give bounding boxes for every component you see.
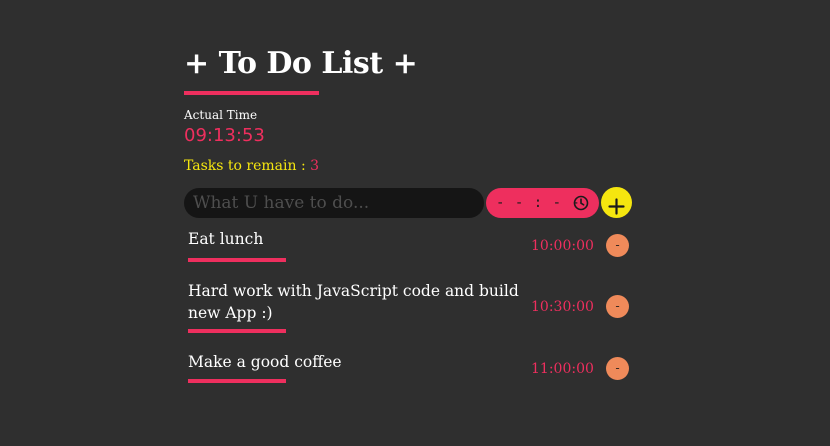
time-input[interactable]: - - : - - [486,188,599,218]
remove-task-button[interactable]: - [606,234,629,257]
time-input-placeholder: - - : - - [496,195,581,211]
task-underline [188,379,286,383]
task-input[interactable] [184,188,484,218]
new-task-form: - - : - - [184,187,644,219]
task-time: 10:30:00 [531,299,594,315]
todo-app: + To Do List + Actual Time 09:13:53 Task… [184,44,644,219]
clock-icon[interactable] [573,195,589,211]
tasks-remaining-label: Tasks to remain [184,158,297,174]
task-time: 11:00:00 [531,361,594,377]
tasks-remaining-count: 3 [310,158,320,174]
task-text: Eat lunch [188,230,264,248]
add-task-button[interactable] [601,187,632,218]
task-underline [188,329,286,333]
task-text: Hard work with JavaScript code and build… [188,282,519,322]
tasks-remaining-separator: : [296,158,311,174]
actual-time-value: 09:13:53 [184,125,265,146]
title-underline [184,91,319,95]
page-title: + To Do List + [184,46,418,81]
tasks-remaining: Tasks to remain : 3 [184,157,644,175]
actual-time-label: Actual Time [184,108,258,122]
task-time: 10:00:00 [531,238,594,254]
task-text: Make a good coffee [188,353,342,371]
task-underline [188,258,286,262]
plus-icon [608,197,625,215]
remove-task-button[interactable]: - [606,295,629,318]
remove-task-button[interactable]: - [606,357,629,380]
